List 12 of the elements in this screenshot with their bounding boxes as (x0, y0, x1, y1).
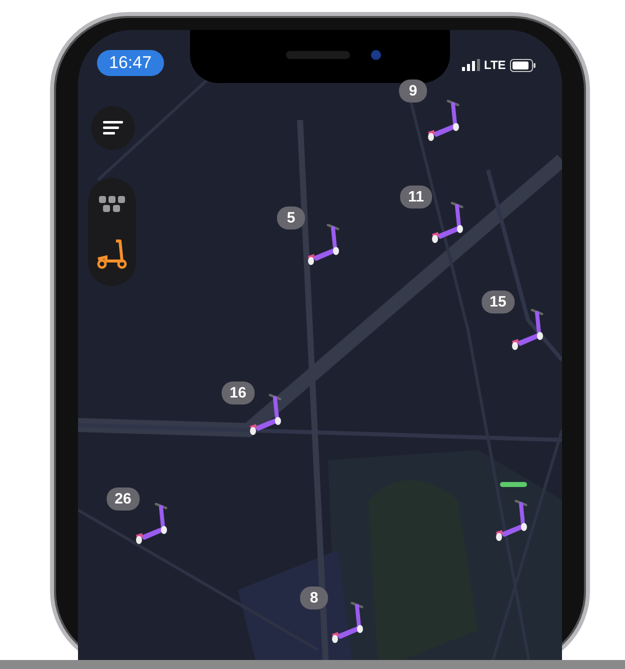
status-time: 16:47 (97, 50, 164, 76)
battery-level-bar (500, 482, 527, 487)
signal-icon (462, 59, 480, 71)
taxi-mode-button[interactable] (98, 195, 126, 213)
scooter-icon (96, 239, 128, 269)
speaker-grille (286, 51, 350, 59)
network-type: LTE (484, 58, 506, 72)
scooter-mode-button[interactable] (96, 239, 128, 269)
camera-lens (371, 50, 381, 60)
menu-icon (103, 121, 123, 135)
battery-icon (510, 58, 536, 72)
taxi-icon (98, 195, 126, 213)
